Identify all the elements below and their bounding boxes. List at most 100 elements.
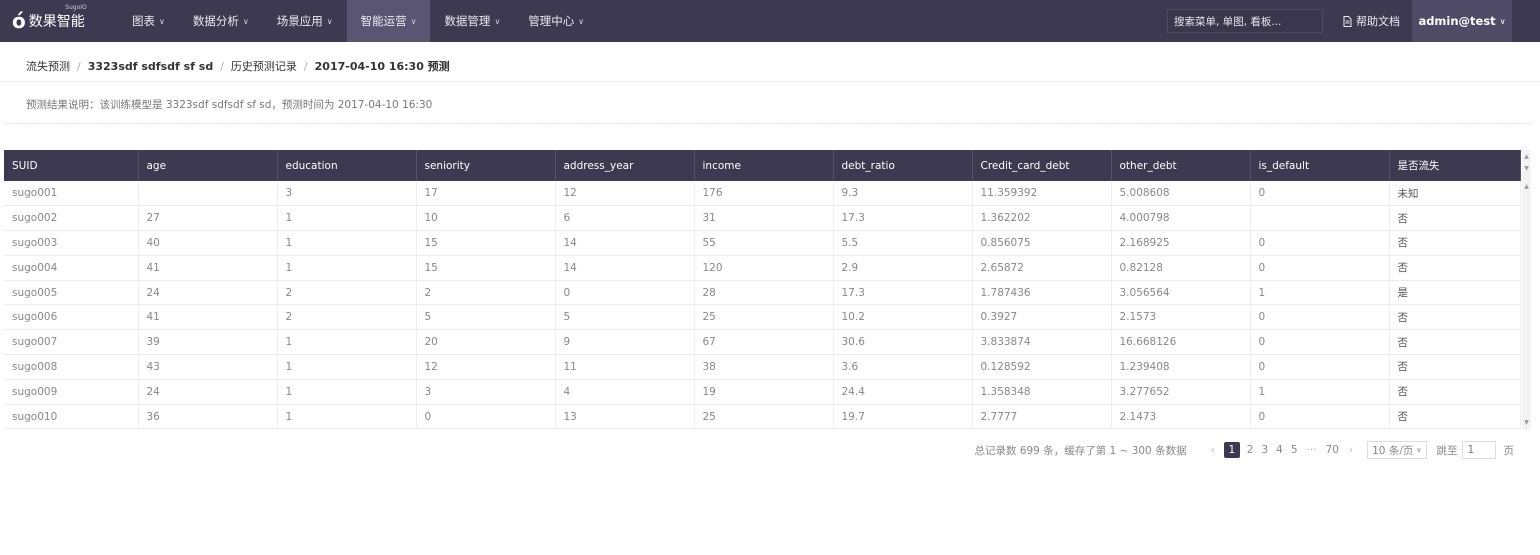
user-menu[interactable]: admin@test ∨ bbox=[1412, 0, 1512, 42]
table-cell: 12 bbox=[555, 181, 695, 207]
table-row: sugo002 27 1 10 6 31 17.3 1.362202 4.000798 否 bbox=[4, 205, 1521, 232]
table-cell: 0.128592 bbox=[972, 354, 1112, 380]
pagination-ellipsis[interactable]: ··· bbox=[1307, 444, 1317, 456]
nav-item-3[interactable]: 智能运营 ∨ bbox=[346, 0, 431, 42]
table-cell: 41 bbox=[138, 304, 278, 331]
column-header[interactable]: other_debt bbox=[1111, 150, 1251, 181]
jump-label: 跳至 bbox=[1436, 444, 1458, 457]
table-cell: sugo009 bbox=[4, 379, 139, 405]
table-cell: 24 bbox=[138, 379, 278, 405]
nav-item-label: 图表 bbox=[132, 14, 155, 28]
table-cell: 30.6 bbox=[833, 329, 973, 356]
table-cell: 14 bbox=[555, 230, 695, 256]
scroll-up-icon[interactable]: ▲ bbox=[1522, 182, 1531, 192]
table-cell: 1 bbox=[277, 205, 417, 232]
prev-page-icon[interactable]: ‹ bbox=[1211, 444, 1215, 456]
help-docs-link[interactable]: 帮助文档 bbox=[1331, 0, 1412, 42]
column-header[interactable]: address_year bbox=[555, 150, 695, 181]
table-cell: 5 bbox=[416, 304, 556, 331]
table-row: sugo008 43 1 12 11 38 3.6 0.128592 1.239408 0 否 bbox=[4, 354, 1521, 380]
breadcrumb-item-churn-prediction[interactable]: 流失预测 bbox=[26, 58, 70, 74]
chevron-down-icon: ∨ bbox=[578, 16, 585, 26]
table-cell: 否 bbox=[1389, 304, 1521, 331]
nav-item-4[interactable]: 数据管理 ∨ bbox=[430, 0, 514, 42]
page-size-value: 10 条/页 bbox=[1372, 444, 1414, 457]
scroll-down-icon[interactable]: ▼ bbox=[1522, 418, 1531, 428]
scroll-up-icon[interactable]: ▲ bbox=[1522, 152, 1531, 162]
breadcrumb-item-model[interactable]: 3323sdf sdfsdf sf sd bbox=[88, 60, 213, 73]
table-cell: 2.7777 bbox=[972, 404, 1112, 430]
table-cell: sugo006 bbox=[4, 304, 139, 331]
divider bbox=[0, 81, 1540, 82]
table-cell: 5.5 bbox=[833, 230, 973, 256]
page-3[interactable]: 3 bbox=[1261, 444, 1268, 456]
nav-item-1[interactable]: 数据分析 ∨ bbox=[179, 0, 263, 42]
page-2[interactable]: 2 bbox=[1247, 444, 1254, 456]
column-header[interactable]: 是否流失 bbox=[1389, 150, 1521, 181]
column-header[interactable]: age bbox=[138, 150, 278, 181]
column-header[interactable]: is_default bbox=[1250, 150, 1390, 181]
table-cell: 31 bbox=[694, 205, 834, 232]
nav-item-5[interactable]: 管理中心 ∨ bbox=[514, 0, 598, 42]
table-cell: 11 bbox=[555, 354, 695, 380]
nav-item-label: 场景应用 bbox=[276, 14, 323, 28]
table-cell: 0 bbox=[1250, 304, 1390, 331]
table-cell: 3.056564 bbox=[1111, 280, 1251, 306]
table-cell: 25 bbox=[694, 304, 834, 331]
table-cell: 67 bbox=[694, 329, 834, 356]
table-cell: 27 bbox=[138, 205, 278, 232]
nav-item-label: 智能运营 bbox=[360, 14, 407, 28]
table-cell: 3.833874 bbox=[972, 329, 1112, 356]
table-cell: 1.362202 bbox=[972, 205, 1112, 232]
table-cell: 2.1573 bbox=[1111, 304, 1251, 331]
pagination: 总记录数 699 条，缓存了第 1 ~ 300 条数据 ‹ 12345 ··· … bbox=[974, 441, 1514, 459]
column-header[interactable]: SUID bbox=[4, 150, 139, 181]
table-cell: 9 bbox=[555, 329, 695, 356]
jump-page-input[interactable]: 1 bbox=[1461, 441, 1496, 459]
dashed-divider bbox=[4, 123, 1532, 124]
page-1[interactable]: 1 bbox=[1223, 442, 1240, 458]
table-cell: 36 bbox=[138, 404, 278, 430]
table-cell: 15 bbox=[416, 255, 556, 281]
scroll-down-icon[interactable]: ▼ bbox=[1522, 164, 1531, 174]
table-scrollbar[interactable]: ▲ ▼ ▲ ▼ bbox=[1522, 150, 1531, 430]
page-4[interactable]: 4 bbox=[1276, 444, 1283, 456]
page-5[interactable]: 5 bbox=[1291, 444, 1298, 456]
search-input[interactable]: 搜索菜单, 单图, 看板... bbox=[1167, 9, 1323, 33]
breadcrumb-item-history[interactable]: 历史预测记录 bbox=[231, 58, 297, 74]
table-row: sugo003 40 1 15 14 55 5.5 0.856075 2.168925 0 否 bbox=[4, 230, 1521, 256]
table-cell: 否 bbox=[1389, 329, 1521, 356]
page-size-select[interactable]: 10 条/页 ∨ bbox=[1367, 441, 1427, 459]
brand-logo[interactable]: ó 数果智能 SugoIO bbox=[0, 0, 118, 42]
next-page-icon[interactable]: › bbox=[1349, 444, 1353, 456]
table-cell: 24 bbox=[138, 280, 278, 306]
table-cell: 0 bbox=[555, 280, 695, 306]
column-header[interactable]: seniority bbox=[416, 150, 556, 181]
brand-name: 数果智能 SugoIO bbox=[28, 4, 87, 30]
page-last[interactable]: 70 bbox=[1326, 444, 1339, 456]
column-header[interactable]: education bbox=[277, 150, 417, 181]
table-row: sugo006 41 2 5 5 25 10.2 0.3927 2.1573 0 否 bbox=[4, 304, 1521, 331]
table-row: sugo004 41 1 15 14 120 2.9 2.65872 0.82128 0 否 bbox=[4, 255, 1521, 281]
table-cell: 未知 bbox=[1389, 181, 1521, 207]
column-header[interactable]: Credit_card_debt bbox=[972, 150, 1112, 181]
table-cell: 1.787436 bbox=[972, 280, 1112, 306]
table-row: sugo005 24 2 2 0 28 17.3 1.787436 3.056564 1 是 bbox=[4, 280, 1521, 306]
table-cell: 0 bbox=[1250, 404, 1390, 430]
document-icon bbox=[1343, 15, 1352, 27]
chevron-down-icon: ∨ bbox=[1416, 446, 1422, 454]
column-header[interactable]: debt_ratio bbox=[833, 150, 973, 181]
table-cell: sugo010 bbox=[4, 404, 139, 430]
table-row: sugo007 39 1 20 9 67 30.6 3.833874 16.668126 0 否 bbox=[4, 329, 1521, 356]
nav-item-2[interactable]: 场景应用 ∨ bbox=[263, 0, 347, 42]
table-cell: 4.000798 bbox=[1111, 205, 1251, 232]
column-header[interactable]: income bbox=[694, 150, 834, 181]
table-row: sugo001 3 17 12 176 9.3 11.359392 5.008608 0 未知 bbox=[4, 181, 1521, 207]
chevron-down-icon: ∨ bbox=[1499, 16, 1506, 26]
table-cell: 1 bbox=[277, 354, 417, 380]
table-cell: 11.359392 bbox=[972, 181, 1112, 207]
page-numbers: 12345 bbox=[1221, 442, 1302, 458]
table-cell: 否 bbox=[1389, 230, 1521, 256]
table-cell: sugo004 bbox=[4, 255, 139, 281]
nav-item-0[interactable]: 图表 ∨ bbox=[118, 0, 179, 42]
